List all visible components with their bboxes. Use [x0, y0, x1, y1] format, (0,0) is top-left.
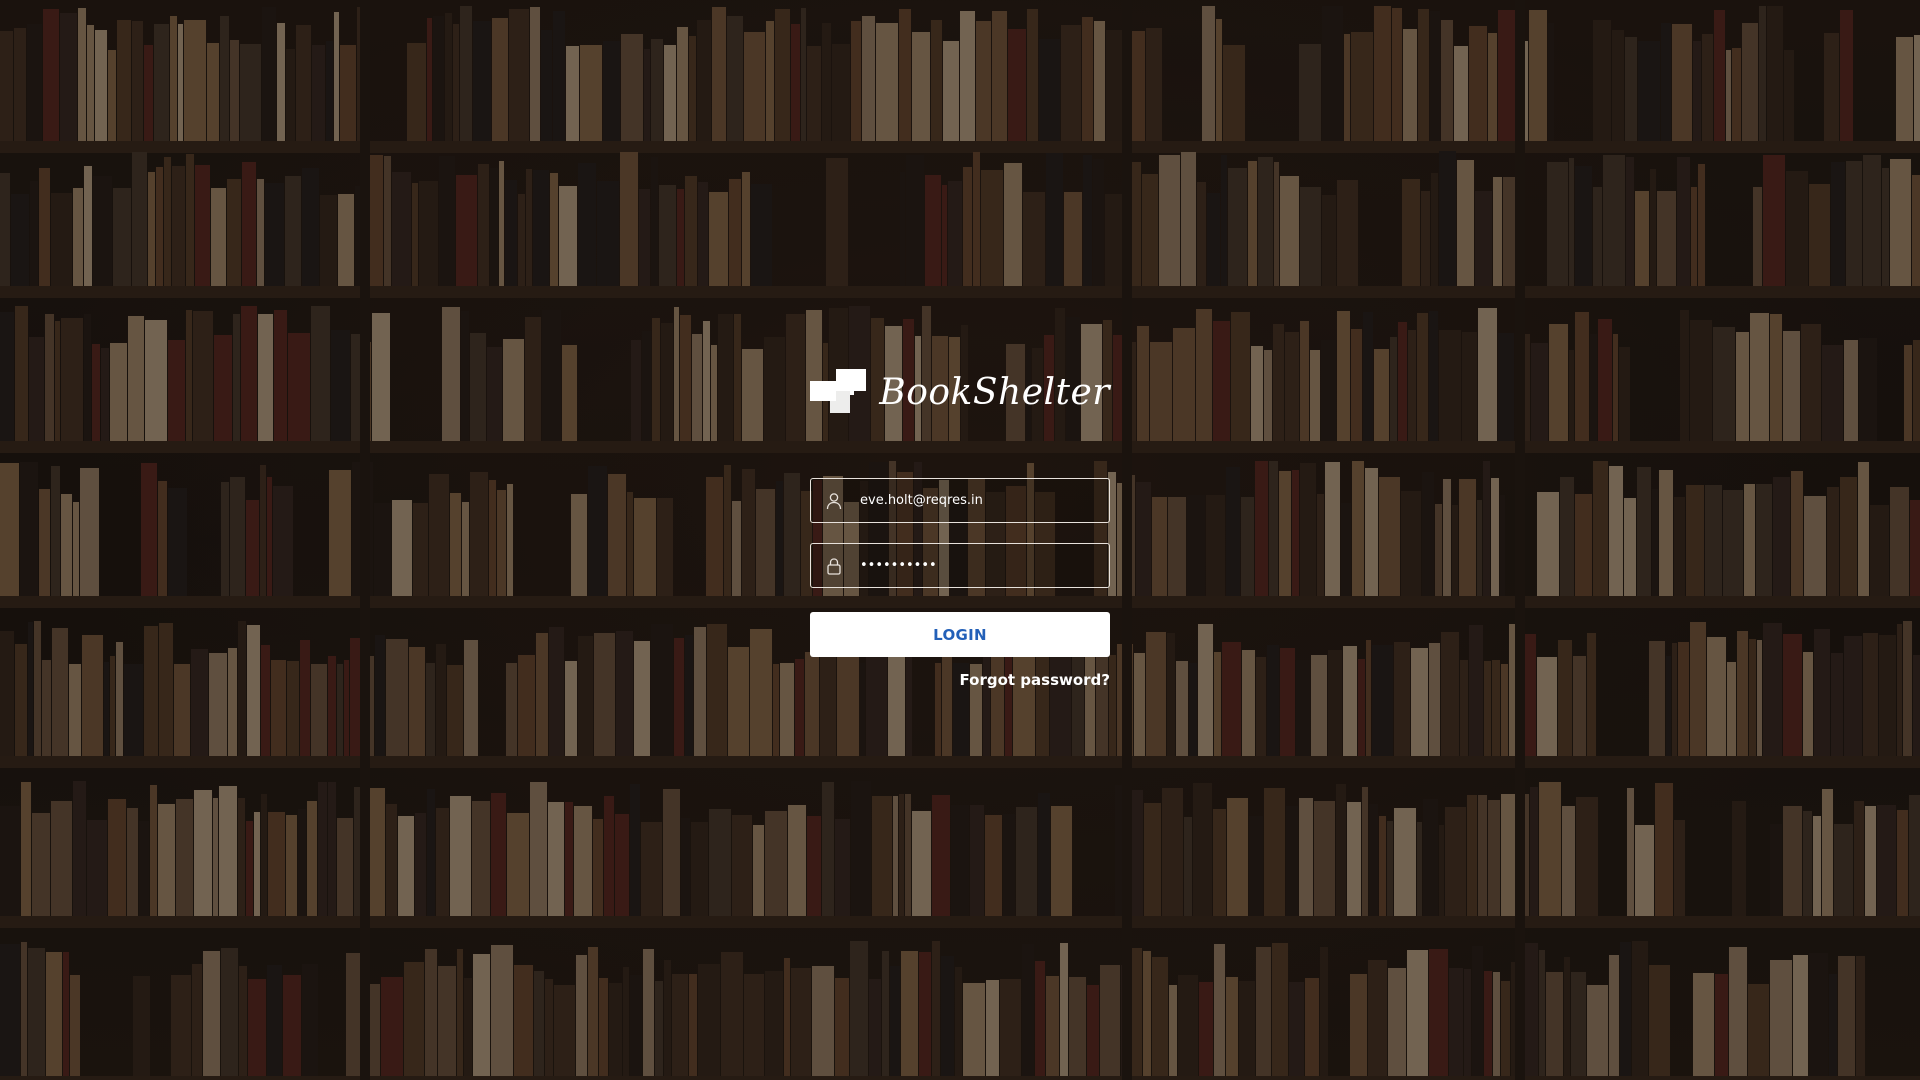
email-input[interactable] [860, 480, 1109, 521]
password-input[interactable] [860, 545, 1109, 586]
brand: BookShelter [810, 368, 1110, 416]
brand-name: BookShelter [879, 371, 1110, 413]
lock-icon [826, 557, 842, 575]
forgot-password-link[interactable]: Forgot password? [810, 671, 1111, 689]
brand-logo [810, 369, 866, 415]
login-panel: BookShelter LOGIN Forgot password? [810, 368, 1110, 689]
user-icon [826, 492, 842, 510]
password-field[interactable] [810, 543, 1110, 588]
login-button[interactable]: LOGIN [810, 612, 1110, 657]
email-field[interactable] [810, 478, 1110, 523]
